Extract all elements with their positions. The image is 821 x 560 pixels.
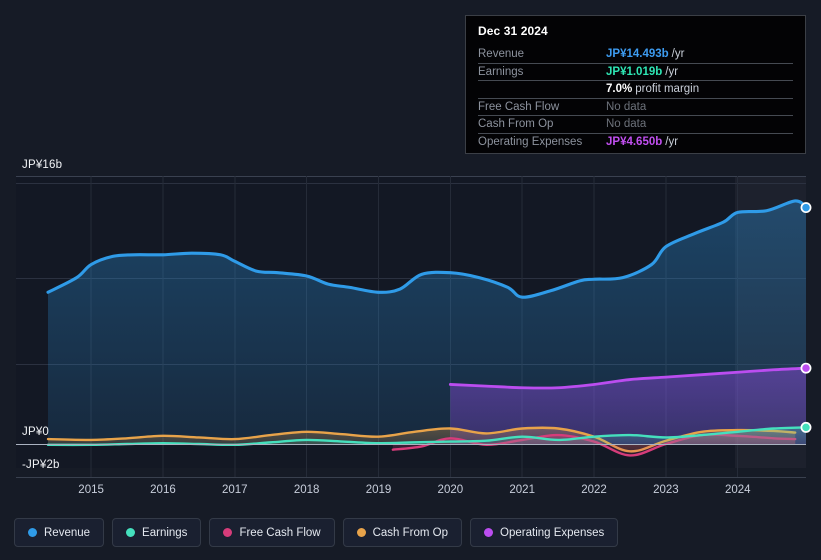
data-tooltip-panel: Dec 31 2024 Revenue JP¥14.493b/yr Earnings… xyxy=(465,15,806,154)
legend-color-dot-icon xyxy=(223,528,233,537)
tooltip-row-label: Earnings xyxy=(478,65,524,78)
tooltip-row-value: No data xyxy=(606,100,647,113)
tooltip-row-value: 7.0% xyxy=(606,83,633,96)
tooltip-row-value: JP¥4.650b xyxy=(606,135,663,148)
tooltip-row-value: JP¥14.493b xyxy=(606,47,669,60)
tooltip-rows: Revenue JP¥14.493b/yr Earnings JP¥1.019b/yr… xyxy=(478,45,793,150)
y-axis-label-top: JP¥16b xyxy=(22,159,63,171)
tooltip-row-suffix: /yr xyxy=(671,47,685,60)
legend-item-free-cash-flow[interactable]: Free Cash Flow xyxy=(209,518,335,547)
series-end-marker[interactable] xyxy=(800,362,812,374)
legend-item-label: Earnings xyxy=(142,526,188,539)
legend-item-label: Operating Expenses xyxy=(500,526,605,539)
legend-color-dot-icon xyxy=(126,528,136,537)
tooltip-row-suffix: profit margin xyxy=(635,83,700,96)
x-axis-tick-label: 2019 xyxy=(365,484,392,496)
x-axis-tick-label: 2018 xyxy=(293,484,320,496)
series-end-marker[interactable] xyxy=(800,202,812,214)
legend-item-label: Revenue xyxy=(44,526,91,539)
x-axis-tick-label: 2015 xyxy=(78,484,104,496)
tooltip-row-label: Free Cash Flow xyxy=(478,100,560,113)
tooltip-row-label: Cash From Op xyxy=(478,118,554,131)
chart-legend: Revenue Earnings Free Cash Flow Cash From O… xyxy=(0,505,821,560)
legend-item-earnings[interactable]: Earnings xyxy=(112,518,202,547)
tooltip-row-label: Operating Expenses xyxy=(478,135,583,148)
legend-item-label: Free Cash Flow xyxy=(239,526,321,539)
tooltip-row-suffix: /yr xyxy=(665,135,679,148)
legend-item-operating-expenses[interactable]: Operating Expenses xyxy=(470,518,619,547)
tooltip-row: Operating Expenses JP¥4.650b/yr xyxy=(478,132,793,151)
x-axis-tick-label: 2016 xyxy=(150,484,176,496)
x-axis-tick-label: 2021 xyxy=(509,484,535,496)
legend-color-dot-icon xyxy=(484,528,494,537)
legend-item-revenue[interactable]: Revenue xyxy=(14,518,105,547)
tooltip-row-value: JP¥1.019b xyxy=(606,65,663,78)
tooltip-row: Revenue JP¥14.493b/yr xyxy=(478,45,793,63)
y-axis-label-bottom: -JP¥2b xyxy=(22,459,60,471)
legend-item-label: Cash From Op xyxy=(372,526,449,539)
legend-item-cash-from-op[interactable]: Cash From Op xyxy=(342,518,463,547)
x-axis-tick-label: 2017 xyxy=(222,484,248,496)
tooltip-date: Dec 31 2024 xyxy=(478,24,548,38)
tooltip-row: Free Cash Flow No data xyxy=(478,97,793,116)
y-axis-label-zero: JP¥0 xyxy=(22,426,50,438)
legend-color-dot-icon xyxy=(356,528,366,537)
tooltip-row-value: No data xyxy=(606,118,647,131)
tooltip-row-label: Revenue xyxy=(478,47,525,60)
financial-chart-widget: JP¥16b JP¥0 -JP¥2b 2015 2016 2017 2018 2019 2… xyxy=(0,0,821,560)
x-axis-tick-label: 2023 xyxy=(653,484,679,496)
x-axis-tick-label: 2024 xyxy=(724,484,751,496)
tooltip-row: Earnings JP¥1.019b/yr xyxy=(478,62,793,81)
tooltip-row: Cash From Op No data xyxy=(478,115,793,133)
x-axis-tick-label: 2020 xyxy=(437,484,464,496)
series-end-marker[interactable] xyxy=(800,421,812,433)
x-axis-tick-label: 2022 xyxy=(581,484,607,496)
tooltip-row: 7.0% profit margin xyxy=(478,80,793,98)
legend-color-dot-icon xyxy=(28,528,37,537)
tooltip-row-suffix: /yr xyxy=(665,65,679,78)
